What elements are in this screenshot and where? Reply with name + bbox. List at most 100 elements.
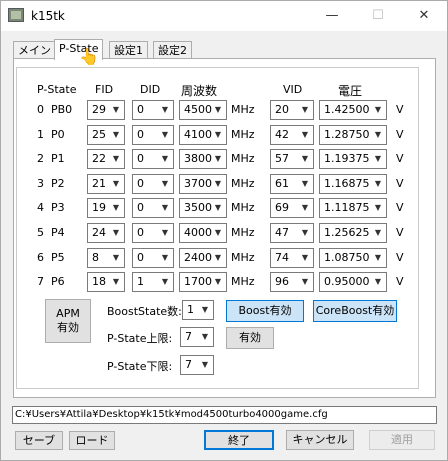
tab-main[interactable]: メイン: [13, 41, 56, 59]
row-index: 4: [37, 201, 44, 214]
mouse-cursor-icon: 👆: [79, 47, 99, 66]
fid-select[interactable]: 21 ▼: [87, 174, 125, 194]
did-select[interactable]: 0 ▼: [132, 149, 174, 169]
chevron-down-icon: ▼: [112, 105, 120, 114]
app-icon: [8, 8, 24, 22]
pstate-upper-limit-value: 7: [185, 330, 192, 343]
chevron-down-icon: ▼: [161, 228, 169, 237]
frequency-select[interactable]: 2400 ▼: [179, 248, 227, 268]
fid-select[interactable]: 8 ▼: [87, 248, 125, 268]
header-vid: VID: [283, 83, 303, 96]
fid-value: 29: [92, 103, 106, 116]
title-bar: k15tk — ☐ ✕: [1, 1, 447, 31]
apm-enable-button[interactable]: APM 有効: [45, 299, 91, 343]
chevron-down-icon: ▼: [214, 203, 222, 212]
vid-select[interactable]: 42 ▼: [270, 125, 314, 145]
frequency-select[interactable]: 3500 ▼: [179, 198, 227, 218]
pstate-lower-limit-select[interactable]: 7 ▼: [180, 355, 214, 375]
chevron-down-icon: ▼: [112, 253, 120, 262]
did-select[interactable]: 1 ▼: [132, 272, 174, 292]
frequency-value: 3700: [184, 177, 212, 190]
minimize-button[interactable]: —: [309, 1, 355, 31]
tab-settings1[interactable]: 設定1: [109, 41, 148, 59]
voltage-select[interactable]: 1.42500 ▼: [319, 100, 387, 120]
load-button[interactable]: ロード: [69, 431, 115, 450]
coreboost-enable-button[interactable]: CoreBoost有効: [313, 300, 397, 322]
did-select[interactable]: 0 ▼: [132, 174, 174, 194]
frequency-value: 3500: [184, 201, 212, 214]
header-fid: FID: [95, 83, 114, 96]
did-select[interactable]: 0 ▼: [132, 248, 174, 268]
tab-settings2[interactable]: 設定2: [153, 41, 192, 59]
voltage-value: 1.08750: [324, 251, 370, 264]
fid-select[interactable]: 29 ▼: [87, 100, 125, 120]
frequency-select[interactable]: 1700 ▼: [179, 272, 227, 292]
voltage-value: 1.28750: [324, 128, 370, 141]
chevron-down-icon: ▼: [301, 179, 309, 188]
vid-select[interactable]: 57 ▼: [270, 149, 314, 169]
chevron-down-icon: ▼: [112, 154, 120, 163]
voltage-unit: V: [396, 103, 404, 116]
did-select[interactable]: 0 ▼: [132, 198, 174, 218]
close-button[interactable]: ✕: [401, 1, 447, 31]
row-pstate-name: P1: [51, 152, 65, 165]
vid-select[interactable]: 20 ▼: [270, 100, 314, 120]
row-pstate-name: PB0: [51, 103, 73, 116]
fid-value: 19: [92, 201, 106, 214]
chevron-down-icon: ▼: [112, 228, 120, 237]
fid-select[interactable]: 18 ▼: [87, 272, 125, 292]
frequency-select[interactable]: 3700 ▼: [179, 174, 227, 194]
did-select[interactable]: 0 ▼: [132, 223, 174, 243]
exit-button[interactable]: 終了: [204, 430, 274, 450]
fid-select[interactable]: 24 ▼: [87, 223, 125, 243]
fid-select[interactable]: 22 ▼: [87, 149, 125, 169]
vid-select[interactable]: 61 ▼: [270, 174, 314, 194]
frequency-select[interactable]: 4100 ▼: [179, 125, 227, 145]
chevron-down-icon: ▼: [112, 277, 120, 286]
chevron-down-icon: ▼: [374, 253, 382, 262]
chevron-down-icon: ▼: [161, 154, 169, 163]
header-pstate: P-State: [37, 83, 77, 96]
frequency-select[interactable]: 4000 ▼: [179, 223, 227, 243]
did-select[interactable]: 0 ▼: [132, 125, 174, 145]
cancel-button[interactable]: キャンセル: [286, 430, 354, 450]
config-file-path-field[interactable]: C:¥Users¥Attila¥Desktop¥k15tk¥mod4500tur…: [12, 406, 437, 424]
frequency-select[interactable]: 4500 ▼: [179, 100, 227, 120]
chevron-down-icon: ▼: [301, 253, 309, 262]
voltage-select[interactable]: 1.08750 ▼: [319, 248, 387, 268]
maximize-button[interactable]: ☐: [355, 1, 401, 31]
chevron-down-icon: ▼: [374, 130, 382, 139]
boost-enable-button[interactable]: Boost有効: [226, 300, 304, 322]
voltage-select[interactable]: 1.25625 ▼: [319, 223, 387, 243]
frequency-value: 4100: [184, 128, 212, 141]
did-value: 1: [137, 275, 144, 288]
pstate-upper-limit-label: P-State上限:: [107, 332, 173, 345]
voltage-select[interactable]: 1.19375 ▼: [319, 149, 387, 169]
enable-button[interactable]: 有効: [226, 327, 274, 349]
fid-select[interactable]: 19 ▼: [87, 198, 125, 218]
apply-button[interactable]: 適用: [369, 430, 435, 450]
voltage-select[interactable]: 1.11875 ▼: [319, 198, 387, 218]
apm-label: APM: [56, 307, 80, 320]
vid-value: 61: [275, 177, 289, 190]
frequency-select[interactable]: 3800 ▼: [179, 149, 227, 169]
did-select[interactable]: 0 ▼: [132, 100, 174, 120]
vid-select[interactable]: 74 ▼: [270, 248, 314, 268]
vid-select[interactable]: 96 ▼: [270, 272, 314, 292]
chevron-down-icon: ▼: [214, 277, 222, 286]
voltage-select[interactable]: 1.28750 ▼: [319, 125, 387, 145]
chevron-down-icon: ▼: [161, 179, 169, 188]
chevron-down-icon: ▼: [214, 179, 222, 188]
voltage-select[interactable]: 0.95000 ▼: [319, 272, 387, 292]
vid-value: 57: [275, 152, 289, 165]
boost-state-count-select[interactable]: 1 ▼: [182, 300, 214, 320]
vid-select[interactable]: 47 ▼: [270, 223, 314, 243]
pstate-upper-limit-select[interactable]: 7 ▼: [180, 327, 214, 347]
save-button[interactable]: セーブ: [15, 431, 63, 450]
fid-value: 25: [92, 128, 106, 141]
vid-value: 47: [275, 226, 289, 239]
vid-value: 20: [275, 103, 289, 116]
vid-select[interactable]: 69 ▼: [270, 198, 314, 218]
fid-select[interactable]: 25 ▼: [87, 125, 125, 145]
voltage-select[interactable]: 1.16875 ▼: [319, 174, 387, 194]
